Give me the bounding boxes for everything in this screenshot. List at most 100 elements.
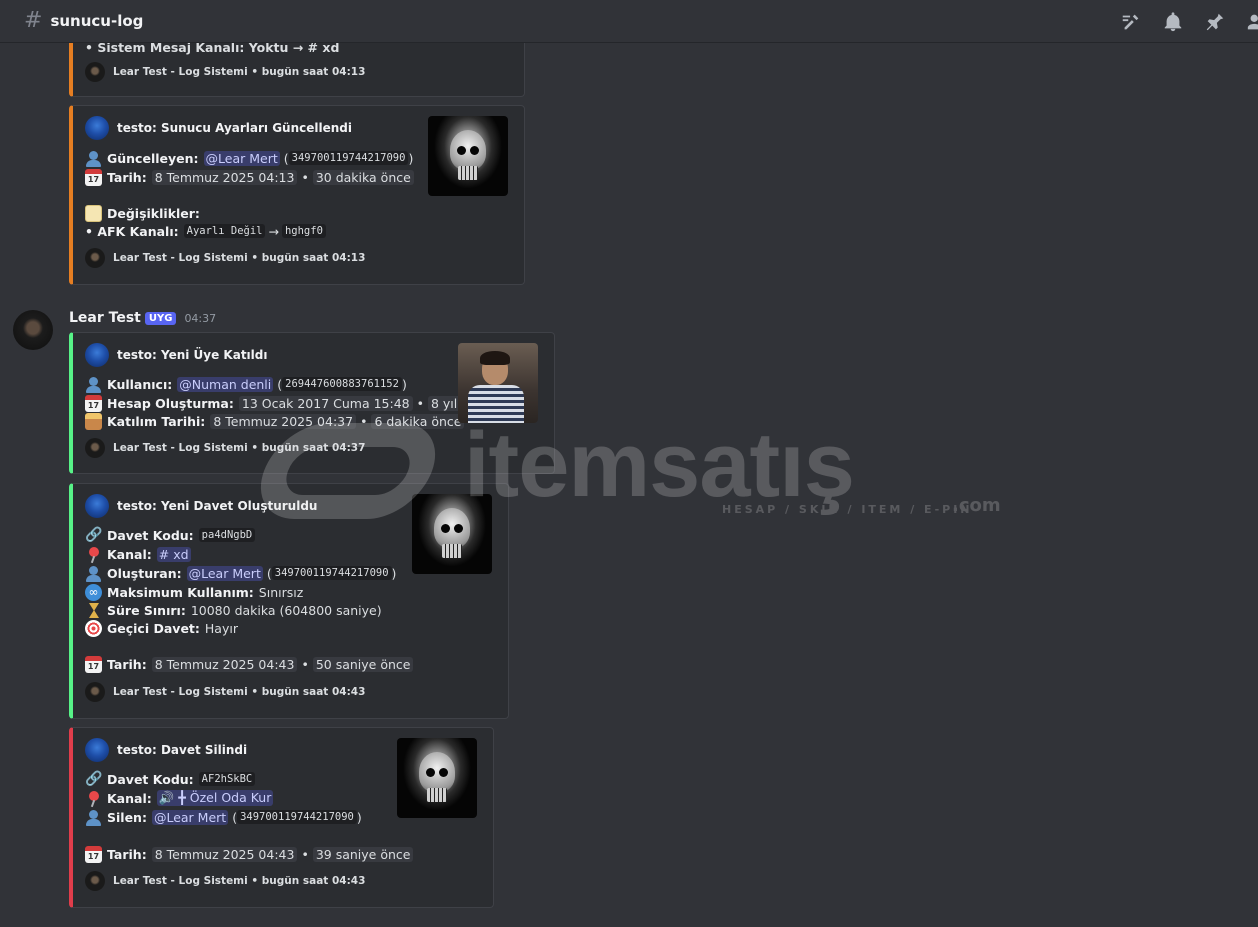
memo-icon <box>85 204 102 222</box>
embed-footer: Lear Test - Log Sistemi • bugün saat 04:… <box>85 682 365 702</box>
message-list[interactable]: • Sistem Mesaj Kanalı: Yoktu → # xd Lear… <box>0 43 1258 927</box>
pin-icon[interactable] <box>1204 11 1226 33</box>
timestamp-relative[interactable]: 30 dakika önce <box>312 169 414 185</box>
field-label: Geçici Davet: <box>107 620 200 636</box>
field-label: Kullanıcı: <box>107 376 173 392</box>
user-id: 349700119744217090 <box>271 566 392 580</box>
footer-text: Lear Test - Log Sistemi • bugün saat 04:… <box>113 875 366 887</box>
paren-close: ) <box>356 809 362 825</box>
field-label: Katılım Tarihi: <box>107 413 206 429</box>
author-name: testo: Yeni Üye Katıldı <box>117 348 268 362</box>
field-creator: Oluşturan: @Lear Mert (34970011974421709… <box>85 564 396 582</box>
embed-footer: Lear Test - Log Sistemi • bugün saat 04:… <box>85 62 365 82</box>
field-label: Tarih: <box>107 656 147 672</box>
footer-text: Lear Test - Log Sistemi • bugün saat 04:… <box>113 252 366 264</box>
field-channel: Kanal: 🔊 ╋ Özel Oda Kur <box>85 789 274 807</box>
timestamp[interactable]: 8 Temmuz 2025 04:37 <box>210 413 357 429</box>
timestamp-relative[interactable]: 39 saniye önce <box>312 846 414 862</box>
timestamp-relative[interactable]: 50 saniye önce <box>312 656 414 672</box>
field-channel: Kanal: # xd <box>85 545 191 563</box>
author-name: testo: Davet Silindi <box>117 743 248 757</box>
footer-text: Lear Test - Log Sistemi • bugün saat 04:… <box>113 442 366 454</box>
timestamp[interactable]: 13 Ocak 2017 Cuma 15:48 <box>238 395 413 411</box>
field-temporary: Geçici Davet: Hayır <box>85 619 238 637</box>
channel-mention[interactable]: 🔊 ╋ Özel Oda Kur <box>156 790 274 806</box>
timestamp-relative[interactable]: 6 dakika önce <box>371 413 465 429</box>
timestamp[interactable]: 8 Temmuz 2025 04:13 <box>151 169 298 185</box>
field-invite-code: 🔗 Davet Kodu: AF2hSkBC <box>85 770 256 788</box>
embed-server-settings-updated: testo: Sunucu Ayarları Güncellendi Günce… <box>69 105 525 285</box>
footer-avatar <box>85 871 105 891</box>
hourglass-icon <box>85 602 102 619</box>
paren-close: ) <box>391 565 397 581</box>
field-label: Tarih: <box>107 169 147 185</box>
field-changes: Değişiklikler: <box>85 204 205 222</box>
user-id: 349700119744217090 <box>288 151 409 165</box>
skull-thumbnail[interactable] <box>397 738 477 818</box>
footer-avatar <box>85 438 105 458</box>
link-icon: 🔗 <box>85 770 103 787</box>
avatar[interactable] <box>13 310 53 350</box>
field-label: Kanal: <box>107 546 152 562</box>
field-max-uses: ∞ Maksimum Kullanım: Sınırsız <box>85 583 303 601</box>
field-label: Maksimum Kullanım: <box>107 584 254 600</box>
bullet: • <box>301 846 309 862</box>
user-mention[interactable]: @Lear Mert <box>186 565 263 581</box>
embed-author: testo: Yeni Davet Oluşturuldu <box>85 494 317 518</box>
field-label: Davet Kodu: <box>107 527 194 543</box>
embed-invite-deleted: testo: Davet Silindi 🔗 Davet Kodu: AF2hS… <box>69 727 494 908</box>
field-date: 17 Tarih: 8 Temmuz 2025 04:43 • 50 saniy… <box>85 655 414 673</box>
author-avatar <box>85 343 109 367</box>
user-mention[interactable]: @Numan denli <box>177 376 274 392</box>
message-time[interactable]: 04:37 <box>184 312 216 325</box>
field-user: Kullanıcı: @Numan denli (269447600883761… <box>85 375 407 393</box>
field-label: Tarih: <box>107 846 147 862</box>
old-value: Ayarlı Değil <box>183 224 266 238</box>
invite-code: pa4dNgbD <box>198 528 256 542</box>
field-value: Hayır <box>204 620 238 636</box>
user-mention[interactable]: @Lear Mert <box>151 809 229 825</box>
message-header: Lear Test UYG 04:37 <box>69 310 216 326</box>
field-account-created: 17 Hesap Oluşturma: 13 Ocak 2017 Cuma 15… <box>85 394 495 412</box>
paren-close: ) <box>408 150 414 166</box>
bell-icon[interactable] <box>1162 11 1184 33</box>
field-label: • AFK Kanalı: <box>85 223 179 239</box>
field-label: Davet Kodu: <box>107 771 194 787</box>
pushpin-icon <box>85 546 102 563</box>
skull-thumbnail[interactable] <box>428 116 508 196</box>
footer-text: Lear Test - Log Sistemi • bugün saat 04:… <box>113 686 366 698</box>
timestamp[interactable]: 8 Temmuz 2025 04:43 <box>151 846 298 862</box>
invite-code: AF2hSkBC <box>198 772 256 786</box>
channel-header: # sunucu-log <box>0 0 1258 43</box>
author-avatar <box>85 738 109 762</box>
new-value: hghgf0 <box>281 224 326 238</box>
field-deleter: Silen: @Lear Mert (349700119744217090) <box>85 808 362 826</box>
user-icon <box>85 376 102 393</box>
field-date: 17 Tarih: 8 Temmuz 2025 04:43 • 39 saniy… <box>85 845 414 863</box>
user-photo-thumbnail[interactable] <box>458 343 538 423</box>
field-value: Sınırsız <box>258 584 304 600</box>
author-name: testo: Yeni Davet Oluşturuldu <box>117 499 318 513</box>
embed-member-joined: testo: Yeni Üye Katıldı Kullanıcı: @Numa… <box>69 332 555 474</box>
paren-open: ( <box>283 150 289 166</box>
username[interactable]: Lear Test <box>69 310 141 326</box>
pushpin-icon <box>85 790 102 807</box>
user-id: 349700119744217090 <box>237 810 357 824</box>
user-mention[interactable]: @Lear Mert <box>203 150 280 166</box>
bullet: • <box>416 395 424 411</box>
channel-mention[interactable]: # xd <box>156 546 191 562</box>
embed-partial-line: • Sistem Mesaj Kanalı: Yoktu → # xd <box>85 43 340 55</box>
inbox-icon <box>85 412 102 430</box>
field-date: 17 Tarih: 8 Temmuz 2025 04:13 • 30 dakik… <box>85 168 414 186</box>
bullet: • <box>301 656 309 672</box>
threads-icon[interactable] <box>1120 11 1142 33</box>
members-icon[interactable] <box>1246 11 1258 33</box>
link-icon: 🔗 <box>85 526 103 543</box>
embed-author: testo: Sunucu Ayarları Güncellendi <box>85 116 352 140</box>
calendar-icon: 17 <box>85 394 102 412</box>
skull-thumbnail[interactable] <box>412 494 492 574</box>
timestamp[interactable]: 8 Temmuz 2025 04:43 <box>151 656 298 672</box>
embed-footer: Lear Test - Log Sistemi • bugün saat 04:… <box>85 438 365 458</box>
user-icon <box>85 565 102 582</box>
calendar-icon: 17 <box>85 655 102 673</box>
